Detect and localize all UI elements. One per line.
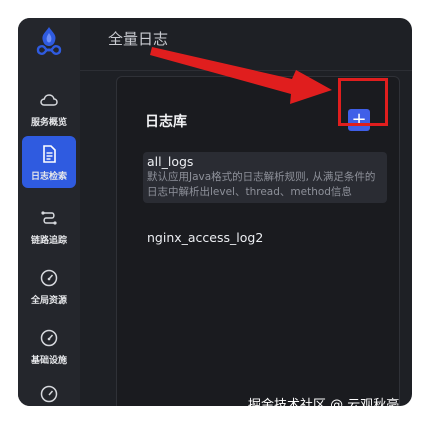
watermark: 掘金技术社区 @ 云观秋毫 <box>248 398 400 413</box>
annotation-arrow-icon <box>150 47 332 104</box>
